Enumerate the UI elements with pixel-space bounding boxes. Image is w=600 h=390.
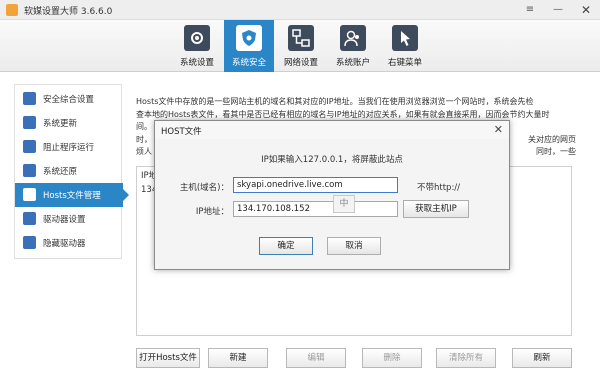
tab-system-security[interactable]: 系统安全 bbox=[224, 20, 274, 72]
description-line: 关对应的网页 bbox=[528, 134, 576, 144]
tab-label: 系统设置 bbox=[179, 58, 214, 68]
menu-icon[interactable]: ≡ bbox=[520, 0, 540, 20]
description-line: Hosts文件中存放的是一些网站主机的域名和其对应的IP地址。当我们在使用浏览器… bbox=[136, 97, 534, 106]
no-http-note: 不带http:// bbox=[417, 183, 461, 193]
ip-label: IP地址： bbox=[195, 207, 229, 217]
sidebar-item-block-programs[interactable]: 阻止程序运行 bbox=[15, 135, 123, 159]
get-host-ip-button[interactable]: 获取主机IP bbox=[403, 200, 469, 218]
security-icon bbox=[23, 92, 36, 105]
description-line: 时， bbox=[136, 134, 152, 144]
clear-all-button[interactable]: 清除所有 bbox=[436, 348, 496, 368]
description-line: 同时，一些 bbox=[536, 147, 576, 156]
host-label: 主机(域名)： bbox=[179, 183, 229, 193]
description-line: 烦人 bbox=[136, 147, 152, 156]
sidebar-item-system-restore[interactable]: 系统还原 bbox=[15, 159, 123, 183]
open-hosts-file-button[interactable]: 打开Hosts文件 bbox=[136, 348, 200, 368]
ok-button[interactable]: 确定 bbox=[259, 237, 313, 255]
sidebar-item-system-update[interactable]: 系统更新 bbox=[15, 111, 123, 135]
sidebar-item-hide-drives[interactable]: 隐藏驱动器 bbox=[15, 231, 123, 255]
delete-button[interactable]: 删除 bbox=[362, 348, 422, 368]
cancel-button[interactable]: 取消 bbox=[327, 237, 381, 255]
active-indicator-arrow bbox=[123, 189, 129, 201]
block-icon bbox=[23, 140, 36, 153]
hosts-icon bbox=[23, 188, 36, 201]
close-button[interactable]: ✕ bbox=[576, 0, 596, 20]
dialog-close-icon[interactable]: ✕ bbox=[494, 123, 503, 136]
sidebar-item-hosts[interactable]: Hosts文件管理 bbox=[15, 183, 129, 207]
gears-icon bbox=[184, 25, 210, 51]
ime-indicator: 中 bbox=[333, 195, 355, 213]
host-dialog: HOST文件 ✕ IP如果输入127.0.0.1，将屏蔽此站点 主机(域名)： … bbox=[154, 120, 510, 270]
refresh-button[interactable]: 刷新 bbox=[512, 348, 572, 368]
drive-icon bbox=[23, 212, 36, 225]
restore-icon bbox=[23, 164, 36, 177]
dialog-title-bar[interactable]: HOST文件 ✕ bbox=[155, 121, 509, 139]
tab-label: 右键菜单 bbox=[387, 58, 422, 68]
tab-system-settings[interactable]: 系统设置 bbox=[172, 20, 222, 72]
title-bar: 软媒设置大师 3.6.6.0 ≡ — ✕ bbox=[0, 0, 600, 20]
main-toolbar: 系统设置 系统安全 网络设置 系统账户 右键菜单 bbox=[0, 20, 600, 72]
users-icon bbox=[340, 25, 366, 51]
sidebar-item-label: 隐藏驱动器 bbox=[43, 239, 86, 249]
tab-context-menu[interactable]: 右键菜单 bbox=[380, 20, 430, 72]
window-title: 软媒设置大师 3.6.6.0 bbox=[24, 7, 113, 17]
hide-drive-icon bbox=[23, 236, 36, 249]
sidebar-item-label: 系统还原 bbox=[43, 167, 78, 177]
sidebar: 安全综合设置 系统更新 阻止程序运行 系统还原 Hosts文件管理 驱动器设置 … bbox=[14, 84, 129, 259]
dialog-title: HOST文件 bbox=[161, 127, 202, 137]
sidebar-item-label: 驱动器设置 bbox=[43, 215, 86, 225]
sidebar-item-label: 阻止程序运行 bbox=[43, 143, 95, 153]
sidebar-item-label: 系统更新 bbox=[43, 119, 78, 129]
tab-label: 网络设置 bbox=[283, 58, 318, 68]
app-logo-icon bbox=[6, 4, 18, 16]
sidebar-item-label: 安全综合设置 bbox=[43, 95, 95, 105]
sidebar-item-security-settings[interactable]: 安全综合设置 bbox=[15, 87, 123, 111]
ip-input[interactable]: 134.170.108.152 bbox=[233, 201, 398, 217]
cursor-icon bbox=[392, 25, 418, 51]
network-icon bbox=[288, 25, 314, 51]
sidebar-item-label: Hosts文件管理 bbox=[43, 191, 101, 201]
dialog-tip: IP如果输入127.0.0.1，将屏蔽此站点 bbox=[261, 155, 403, 165]
minimize-button[interactable]: — bbox=[548, 0, 568, 20]
new-button[interactable]: 新建 bbox=[208, 348, 268, 368]
update-icon bbox=[23, 116, 36, 129]
tab-label: 系统账户 bbox=[335, 58, 370, 68]
tab-network-settings[interactable]: 网络设置 bbox=[276, 20, 326, 72]
host-input[interactable]: skyapi.onedrive.live.com bbox=[233, 177, 398, 193]
tab-system-accounts[interactable]: 系统账户 bbox=[328, 20, 378, 72]
tab-label: 系统安全 bbox=[231, 58, 266, 68]
sidebar-item-drive-settings[interactable]: 驱动器设置 bbox=[15, 207, 123, 231]
shield-gear-icon bbox=[236, 25, 262, 51]
edit-button[interactable]: 编辑 bbox=[286, 348, 346, 368]
